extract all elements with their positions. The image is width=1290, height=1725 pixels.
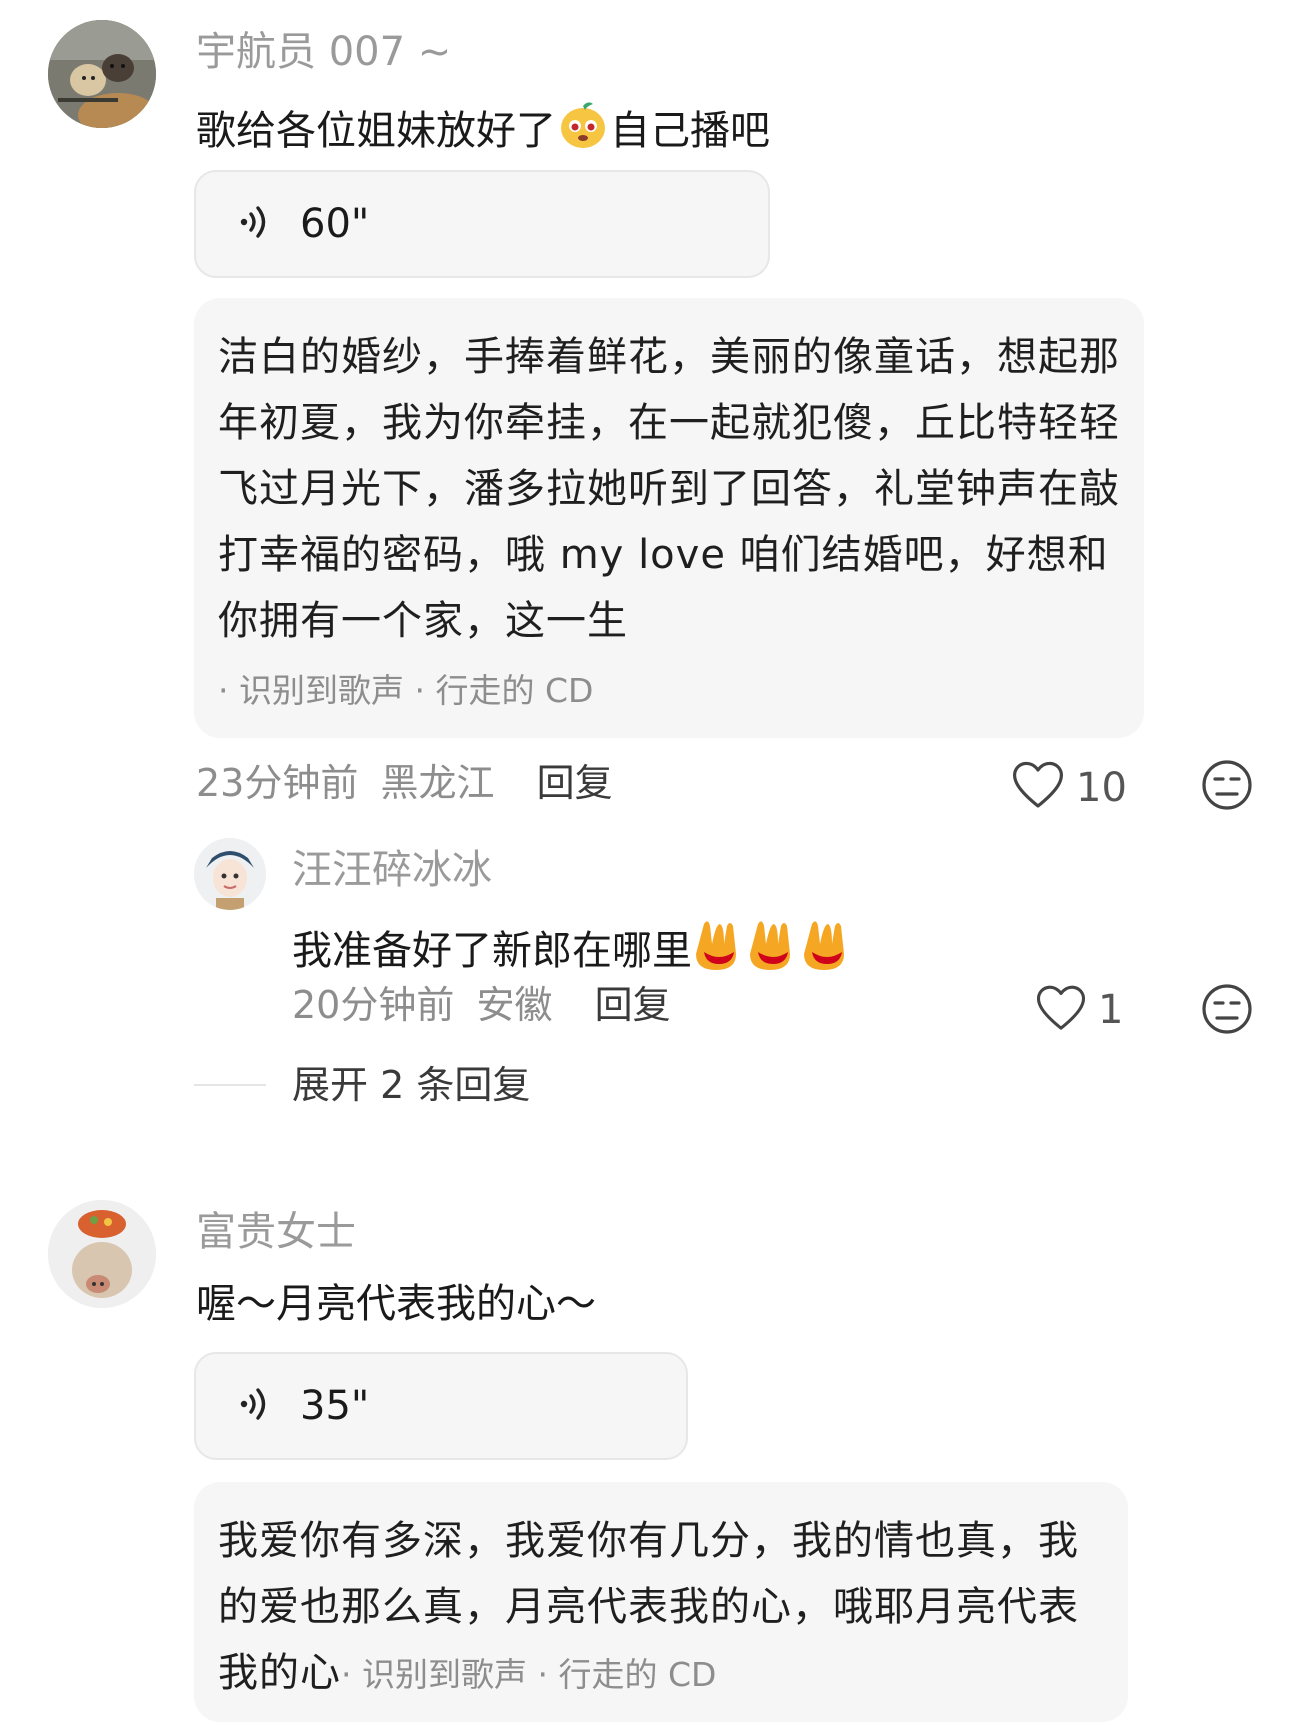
username[interactable]: 富贵女士 [196, 1212, 356, 1252]
like-count: 10 [1076, 765, 1127, 811]
comment-2: 富贵女士 喔～月亮代表我的心～ 35" 我爱你有多深，我爱你有几分，我的情也真，… [0, 1180, 1290, 1725]
mango-face-emoji [558, 100, 608, 157]
reply-like-count: 1 [1098, 987, 1124, 1033]
song-source[interactable]: · 识别到歌声 · 行走的 CD [341, 1655, 716, 1694]
voice-duration: 60" [300, 201, 370, 247]
dislike-face-icon[interactable] [1200, 982, 1254, 1040]
location: 黑龙江 [380, 761, 495, 805]
reply-text: 我准备好了新郎在哪里 [292, 918, 854, 977]
like-button[interactable] [1010, 758, 1066, 814]
voice-message[interactable]: 35" [194, 1352, 688, 1460]
reply-username[interactable]: 汪汪碎冰冰 [292, 850, 492, 890]
melting-candle-emoji [802, 918, 852, 977]
reply-avatar[interactable] [194, 838, 266, 910]
heart-icon [1036, 985, 1086, 1030]
comment-text: 喔～月亮代表我的心～ [196, 1281, 596, 1327]
sound-wave-icon [236, 1384, 276, 1428]
comment-text-after: 自己播吧 [610, 108, 770, 154]
reply-button[interactable]: 回复 [537, 761, 613, 805]
voice-message[interactable]: 60" [194, 170, 770, 278]
reply-text-body: 我准备好了新郎在哪里 [292, 928, 692, 974]
timestamp: 23分钟前 [196, 761, 359, 805]
reply-timestamp: 20分钟前 [292, 983, 455, 1027]
comment-text-before: 歌给各位姐妹放好了 [196, 108, 556, 154]
username[interactable]: 宇航员 007 ~ [196, 32, 451, 72]
reply-meta: 20分钟前 安徽 回复 [292, 986, 671, 1024]
avatar[interactable] [48, 1200, 156, 1308]
dislike-face-icon[interactable] [1200, 758, 1254, 816]
avatar[interactable] [48, 20, 156, 128]
sound-wave-icon [236, 202, 276, 246]
comment-meta: 23分钟前 黑龙江 回复 [196, 764, 613, 802]
lyrics-text: 洁白的婚纱，手捧着鲜花，美丽的像童话，想起那年初夏，我为你牵挂，在一起就犯傻，丘… [218, 334, 1120, 644]
expand-divider [194, 1084, 266, 1086]
reply-like-button[interactable] [1034, 982, 1088, 1036]
melting-candle-emoji [748, 918, 798, 977]
lyrics-text: 我爱你有多深，我爱你有几分，我的情也真，我的爱也那么真，月亮代表我的心，哦耶月亮… [218, 1508, 1104, 1708]
comment-1: 宇航员 007 ~ 歌给各位姐妹放好了 自己播吧 60" 洁白的婚纱，手捧着鲜花… [0, 0, 1290, 1120]
voice-duration: 35" [300, 1383, 370, 1429]
heart-icon [1013, 761, 1063, 808]
song-source[interactable]: · 识别到歌声 · 行走的 CD [218, 664, 1120, 712]
comment-text: 歌给各位姐妹放好了 自己播吧 [196, 100, 770, 157]
lyrics-card: 洁白的婚纱，手捧着鲜花，美丽的像童话，想起那年初夏，我为你牵挂，在一起就犯傻，丘… [194, 298, 1144, 738]
melting-candle-emoji [694, 918, 744, 977]
reply-reply-button[interactable]: 回复 [595, 983, 671, 1027]
reply-location: 安徽 [476, 983, 553, 1027]
lyrics-card: 我爱你有多深，我爱你有几分，我的情也真，我的爱也那么真，月亮代表我的心，哦耶月亮… [194, 1482, 1128, 1722]
expand-replies-button[interactable]: 展开 2 条回复 [292, 1066, 530, 1104]
